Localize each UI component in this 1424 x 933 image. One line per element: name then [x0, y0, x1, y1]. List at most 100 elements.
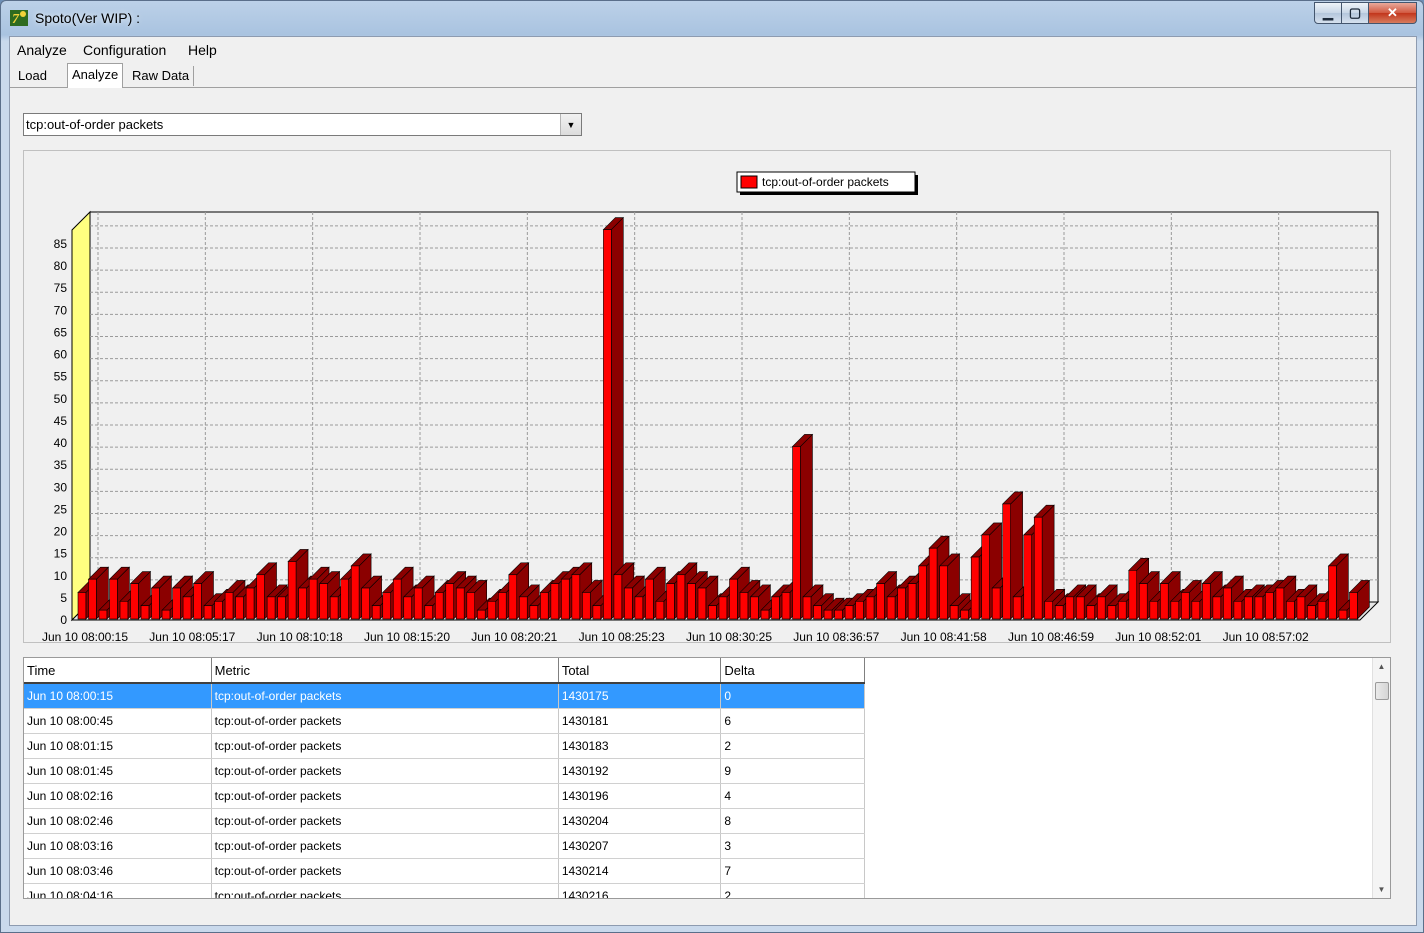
vertical-scrollbar[interactable]: ▲ ▼	[1372, 658, 1390, 898]
data-table: Time Metric Total Delta Jun 10 08:00:15 t…	[24, 658, 865, 898]
x-tick-label: Jun 10 08:41:58	[901, 630, 987, 642]
menu-help[interactable]: Help	[188, 42, 217, 58]
x-tick-label: Jun 10 08:00:15	[42, 630, 128, 642]
legend-label: tcp:out-of-order packets	[762, 175, 889, 189]
cell-time: Jun 10 08:04:16	[24, 883, 212, 898]
cell-metric: tcp:out-of-order packets	[211, 783, 559, 809]
cell-total: 1430214	[558, 858, 722, 884]
menu-analyze[interactable]: Analyze	[17, 42, 67, 58]
cell-delta: 3	[720, 833, 865, 859]
cell-delta: 2	[720, 733, 865, 759]
cell-total: 1430204	[558, 808, 722, 834]
bar-chart: 0 5 10 15 20 25 30 35 40 45 50 55 60 65 70 75 80 85 Jun 10…	[42, 171, 1380, 642]
y-tick-label: 60	[54, 348, 68, 362]
column-header-time[interactable]: Time	[24, 658, 212, 684]
cell-metric: tcp:out-of-order packets	[211, 758, 559, 784]
x-tick-label: Jun 10 08:46:59	[1008, 630, 1094, 642]
table-row[interactable]: Jun 10 08:00:45 tcp:out-of-order packets 1…	[24, 708, 865, 734]
table-header-row: Time Metric Total Delta	[24, 658, 865, 684]
column-header-metric[interactable]: Metric	[211, 658, 559, 684]
cell-delta: 0	[720, 683, 865, 709]
legend-swatch	[740, 175, 758, 189]
y-tick-label: 30	[54, 480, 68, 494]
x-tick-label: Jun 10 08:05:17	[149, 630, 235, 642]
bar	[602, 216, 625, 620]
cell-delta: 8	[720, 808, 865, 834]
table-row[interactable]: Jun 10 08:03:46 tcp:out-of-order packets 1…	[24, 858, 865, 884]
metric-select[interactable]: tcp:out-of-order packets ▼	[23, 113, 582, 136]
maximize-button[interactable]: ▢	[1342, 2, 1369, 24]
menu-configuration[interactable]: Configuration	[83, 42, 166, 58]
x-tick-label: Jun 10 08:52:01	[1115, 630, 1201, 642]
table-row[interactable]: Jun 10 08:02:16 tcp:out-of-order packets 1…	[24, 783, 865, 809]
x-tick-label: Jun 10 08:15:20	[364, 630, 450, 642]
cell-total: 1430181	[558, 708, 722, 734]
y-tick-label: 75	[54, 281, 68, 295]
cell-metric: tcp:out-of-order packets	[211, 833, 559, 859]
cell-time: Jun 10 08:02:16	[24, 783, 212, 809]
table-row[interactable]: Jun 10 08:03:16 tcp:out-of-order packets 1…	[24, 833, 865, 859]
x-tick-label: Jun 10 08:57:02	[1223, 630, 1309, 642]
table-row[interactable]: Jun 10 08:01:45 tcp:out-of-order packets 1…	[24, 758, 865, 784]
x-tick-label: Jun 10 08:36:57	[793, 630, 879, 642]
y-tick-label: 10	[54, 569, 68, 583]
y-tick-label: 85	[54, 237, 68, 251]
cell-metric: tcp:out-of-order packets	[211, 683, 559, 709]
cell-metric: tcp:out-of-order packets	[211, 808, 559, 834]
cell-delta: 6	[720, 708, 865, 734]
tab-raw-data[interactable]: Raw Data	[128, 66, 195, 86]
dropdown-arrow-icon[interactable]: ▼	[560, 114, 581, 135]
y-tick-label: 50	[54, 392, 68, 406]
window-title: Spoto(Ver WIP) :	[35, 10, 141, 26]
cell-time: Jun 10 08:01:45	[24, 758, 212, 784]
x-tick-label: Jun 10 08:20:21	[471, 630, 557, 642]
column-header-delta[interactable]: Delta	[720, 658, 865, 684]
chart-side-wall	[71, 210, 91, 622]
table-row[interactable]: Jun 10 08:02:46 tcp:out-of-order packets 1…	[24, 808, 865, 834]
scroll-thumb[interactable]	[1375, 682, 1389, 700]
cell-time: Jun 10 08:02:46	[24, 808, 212, 834]
chart-legend: tcp:out-of-order packets	[736, 171, 918, 195]
y-tick-label: 70	[54, 303, 68, 317]
client-area: Analyze Configuration Help Load Analyze …	[9, 36, 1417, 926]
cell-metric: tcp:out-of-order packets	[211, 733, 559, 759]
cell-delta: 4	[720, 783, 865, 809]
table-row[interactable]: Jun 10 08:04:16 tcp:out-of-order packets 1…	[24, 883, 865, 898]
close-button[interactable]: ✕	[1369, 2, 1417, 24]
cell-delta: 9	[720, 758, 865, 784]
menu-bar: Analyze Configuration Help	[10, 37, 1416, 61]
y-tick-label: 55	[54, 370, 68, 384]
cell-time: Jun 10 08:01:15	[24, 733, 212, 759]
scroll-up-icon[interactable]: ▲	[1373, 658, 1390, 675]
cell-total: 1430192	[558, 758, 722, 784]
tab-analyze[interactable]: Analyze	[67, 63, 124, 88]
table-row[interactable]: Jun 10 08:01:15 tcp:out-of-order packets 1…	[24, 733, 865, 759]
cell-metric: tcp:out-of-order packets	[211, 858, 559, 884]
cell-time: Jun 10 08:00:15	[24, 683, 212, 709]
x-tick-label: Jun 10 08:30:25	[686, 630, 772, 642]
table-row[interactable]: Jun 10 08:00:15 tcp:out-of-order packets 1…	[24, 683, 865, 709]
cell-time: Jun 10 08:00:45	[24, 708, 212, 734]
metric-select-value: tcp:out-of-order packets	[26, 117, 164, 132]
cell-total: 1430175	[558, 683, 722, 709]
svg-text:7: 7	[12, 12, 20, 27]
scroll-down-icon[interactable]: ▼	[1373, 881, 1390, 898]
cell-metric: tcp:out-of-order packets	[211, 883, 559, 898]
y-tick-label: 5	[60, 591, 67, 605]
cell-total: 1430216	[558, 883, 722, 898]
tab-strip: Load Analyze Raw Data	[10, 63, 1416, 88]
app-icon: 7	[10, 10, 28, 27]
title-bar[interactable]: 7 Spoto(Ver WIP) : ▁ ▢ ✕	[1, 1, 1423, 35]
x-tick-label: Jun 10 08:10:18	[257, 630, 343, 642]
cell-total: 1430207	[558, 833, 722, 859]
cell-time: Jun 10 08:03:46	[24, 858, 212, 884]
tab-load[interactable]: Load	[14, 66, 71, 86]
window-controls: ▁ ▢ ✕	[1314, 2, 1417, 24]
chart-panel: 0 5 10 15 20 25 30 35 40 45 50 55 60 65 70 75 80 85 Jun 10…	[23, 150, 1391, 643]
x-tick-label: Jun 10 08:25:23	[579, 630, 665, 642]
y-tick-label: 65	[54, 325, 68, 339]
y-tick-label: 25	[54, 502, 68, 516]
column-header-total[interactable]: Total	[558, 658, 722, 684]
minimize-button[interactable]: ▁	[1314, 2, 1342, 24]
y-tick-label: 80	[54, 259, 68, 273]
